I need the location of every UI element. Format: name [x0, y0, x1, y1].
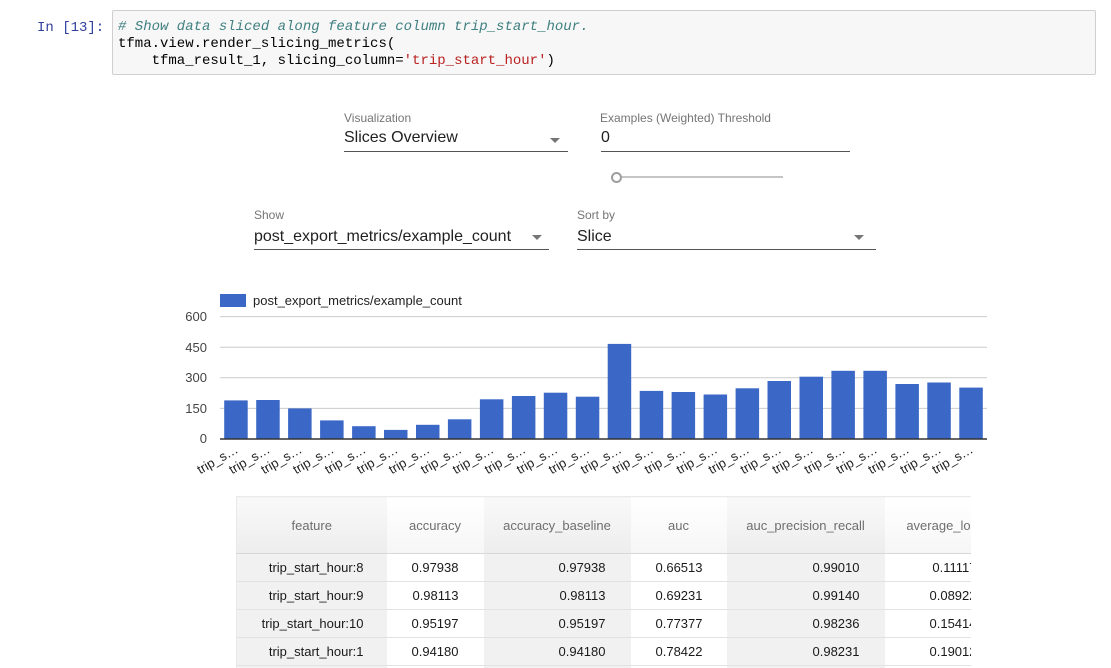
svg-text:450: 450	[185, 340, 207, 355]
svg-text:0: 0	[200, 431, 207, 446]
svg-text:600: 600	[185, 309, 207, 324]
svg-text:150: 150	[185, 401, 207, 416]
svg-text:300: 300	[185, 370, 207, 385]
svg-text:post_export_metrics/example_co: post_export_metrics/example_count	[253, 293, 462, 308]
